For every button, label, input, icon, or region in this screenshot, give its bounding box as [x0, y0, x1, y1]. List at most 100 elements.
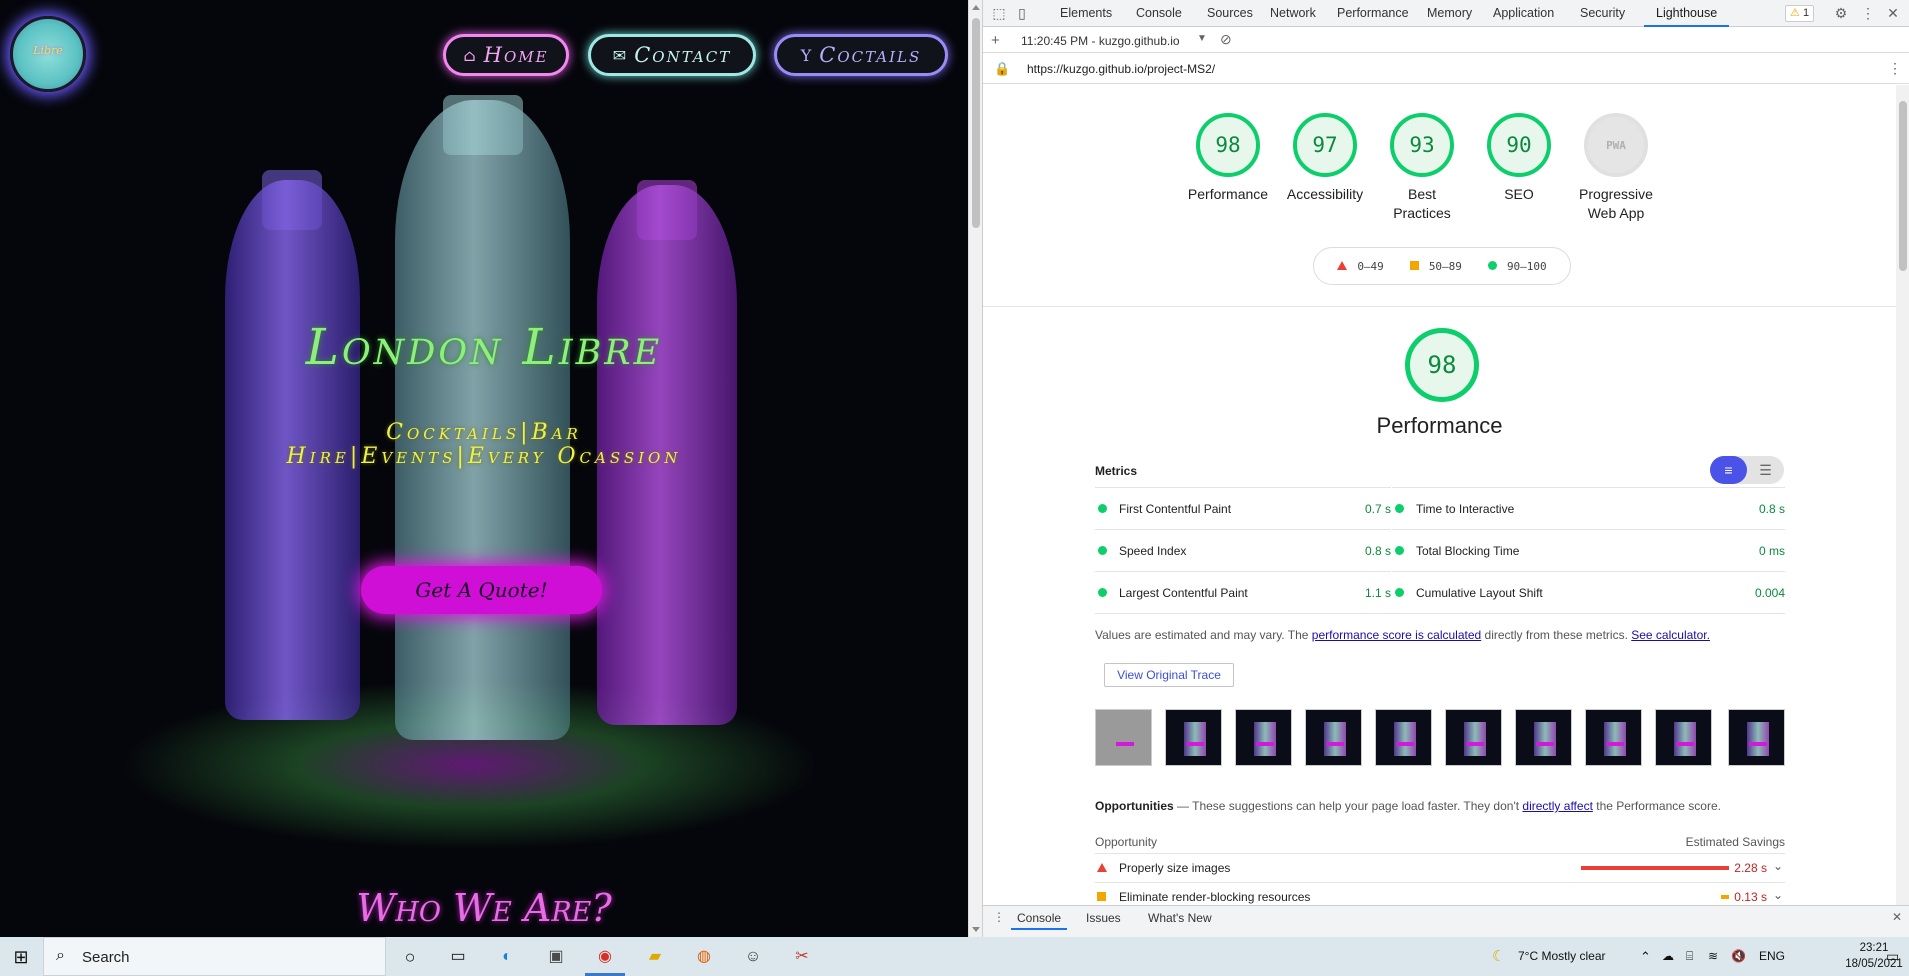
frame-bottles	[1464, 722, 1486, 756]
chevron-down-icon[interactable]: ⌄	[1773, 859, 1783, 873]
firefox-icon[interactable]: ◍	[691, 944, 717, 970]
close-devtools-icon[interactable]: ✕	[1885, 5, 1901, 21]
frame-bottles	[1747, 722, 1769, 756]
report-scrollbar[interactable]	[1896, 85, 1909, 905]
notifications-icon[interactable]: ▭	[1886, 937, 1899, 976]
more-options-icon[interactable]: ⋮	[1860, 5, 1876, 21]
directly-affect-link[interactable]: directly affect	[1522, 799, 1592, 813]
taskbar-search-box[interactable]: ⌕ Search	[43, 937, 386, 976]
report-scrollbar-thumb[interactable]	[1899, 101, 1907, 271]
report-menu-icon[interactable]: ⋮	[1888, 60, 1902, 77]
metric-value: 0.7 s	[1364, 502, 1391, 516]
cortana-icon[interactable]: ○	[397, 944, 423, 970]
tab-application[interactable]: Application	[1493, 0, 1554, 27]
new-report-plus-icon[interactable]: +	[991, 32, 1000, 49]
lock-warning-icon: 🔒	[994, 61, 1011, 76]
feedback-hub-icon[interactable]: ☺	[740, 944, 766, 970]
report-dropdown-icon[interactable]: ▼	[1197, 33, 1207, 44]
tab-memory[interactable]: Memory	[1427, 0, 1472, 27]
hero-subtitle-line2: Hire|Events|Every Ocassion	[286, 444, 682, 469]
drawer-tab-issues[interactable]: Issues	[1086, 906, 1121, 930]
task-view-icon[interactable]: ▭	[445, 944, 471, 970]
site-scrollbar-thumb[interactable]	[972, 18, 980, 228]
metric-value: 0 ms	[1758, 544, 1785, 558]
tab-sources[interactable]: Sources	[1207, 0, 1253, 27]
file-explorer-icon[interactable]: ▰	[642, 944, 668, 970]
metric-name: Time to Interactive	[1416, 502, 1515, 516]
expanded-view-icon[interactable]: ☰	[1747, 456, 1784, 484]
filmstrip	[1095, 709, 1785, 766]
close-drawer-icon[interactable]: ✕	[1892, 910, 1902, 924]
metric-tti: Time to Interactive 0.8 s	[1392, 487, 1785, 529]
tab-lighthouse[interactable]: Lighthouse	[1644, 0, 1730, 27]
scroll-up-arrow-icon[interactable]	[972, 5, 980, 10]
score-gauge-accessibility[interactable]: 97 Accessibility	[1277, 113, 1373, 204]
report-url[interactable]: https://kuzgo.github.io/project-MS2/	[1027, 62, 1215, 76]
chrome-icon[interactable]: ◉	[592, 944, 618, 970]
see-calculator-link[interactable]: See calculator.	[1631, 628, 1710, 642]
tab-console[interactable]: Console	[1136, 0, 1182, 27]
clear-reports-icon[interactable]: ⊘	[1220, 31, 1232, 48]
tab-network[interactable]: Network	[1270, 0, 1316, 27]
store-icon[interactable]: ▣	[543, 944, 569, 970]
site-scrollbar[interactable]	[968, 0, 982, 937]
tab-security[interactable]: Security	[1580, 0, 1625, 27]
pass-dot-icon	[1395, 546, 1404, 555]
frame-bottles	[1254, 722, 1276, 756]
opportunities-desc: — These suggestions can help your page l…	[1173, 799, 1523, 813]
inspect-element-icon[interactable]: ⬚	[991, 5, 1007, 21]
nav-home-button[interactable]: ⌂ Home	[443, 34, 569, 76]
get-a-quote-button[interactable]: Get A Quote!	[361, 566, 602, 614]
snipping-tool-icon[interactable]: ✂	[789, 944, 815, 970]
device-toolbar-icon[interactable]: ▯	[1014, 5, 1030, 21]
score-calculated-link[interactable]: performance score is calculated	[1312, 628, 1481, 642]
volume-muted-icon[interactable]: 🔇	[1731, 937, 1746, 976]
show-hidden-icons-chevron-icon[interactable]: ⌃	[1640, 937, 1651, 976]
metrics-view-toggle[interactable]: ≡ ☰	[1710, 456, 1784, 484]
tab-performance[interactable]: Performance	[1337, 0, 1409, 27]
drawer-tab-whats-new[interactable]: What's New	[1148, 906, 1212, 930]
report-url-bar: 🔒 https://kuzgo.github.io/project-MS2/ ⋮	[983, 54, 1909, 84]
windows-start-icon[interactable]: ⊞	[8, 944, 34, 970]
warnings-badge[interactable]: ⚠ 1	[1785, 5, 1815, 22]
chevron-down-icon[interactable]: ⌄	[1773, 888, 1783, 902]
windows-taskbar: ⊞ ⌕ Search ○ ▭ ◐ ▣ ◉ ▰ ◍ ☺ ✂ ☾ 7°C Mostl…	[0, 937, 1909, 976]
nav-cocktails-button[interactable]: Y Coctails	[774, 34, 948, 76]
opportunity-column-label: Opportunity	[1095, 835, 1158, 849]
report-selector[interactable]: 11:20:45 PM - kuzgo.github.io	[1021, 34, 1180, 48]
nav-cocktails-label: Coctails	[819, 43, 922, 67]
wifi-icon[interactable]: ≋	[1708, 937, 1718, 976]
edge-browser-icon[interactable]: ◐	[494, 944, 520, 970]
nav-contact-button[interactable]: ✉ Contact	[588, 34, 756, 76]
performance-title: Performance	[1376, 413, 1503, 438]
opportunity-row[interactable]: Properly size images 2.28 s ⌄	[1095, 853, 1785, 882]
filmstrip-frame	[1375, 709, 1432, 766]
language-indicator[interactable]: ENG	[1759, 937, 1785, 976]
compact-view-icon[interactable]: ≡	[1710, 456, 1747, 484]
opportunity-savings: 0.13 s	[1734, 890, 1767, 904]
network-icon[interactable]: ⌸	[1686, 937, 1693, 976]
score-gauge-performance[interactable]: 98 Performance	[1180, 113, 1276, 204]
metric-value: 0.8 s	[1758, 502, 1785, 516]
drawer-tab-console[interactable]: Console	[1011, 906, 1068, 930]
cloud-icon[interactable]: ☁	[1662, 937, 1674, 976]
frame-bottles	[1184, 722, 1206, 756]
frame-bottles	[1534, 722, 1556, 756]
legend-pass-label: 90–100	[1506, 259, 1547, 273]
opportunity-row[interactable]: Eliminate render-blocking resources 0.13…	[1095, 882, 1785, 905]
opportunity-savings: 2.28 s	[1734, 861, 1767, 875]
metric-value: 1.1 s	[1364, 586, 1391, 600]
score-gauge-best-practices[interactable]: 93 Best Practices	[1374, 113, 1470, 223]
settings-gear-icon[interactable]: ⚙	[1833, 5, 1849, 21]
weather-text[interactable]: 7°C Mostly clear	[1518, 937, 1606, 976]
site-logo[interactable]: Libre	[10, 16, 86, 92]
scroll-down-arrow-icon[interactable]	[972, 927, 980, 932]
logo-text: Libre	[33, 44, 63, 57]
drawer-menu-icon[interactable]: ⋮	[993, 910, 1005, 924]
legend-average-label: 50–89	[1428, 259, 1462, 273]
score-gauge-seo[interactable]: 90 SEO	[1471, 113, 1567, 204]
view-original-trace-button[interactable]: View Original Trace	[1104, 663, 1234, 687]
fail-triangle-icon	[1097, 863, 1107, 872]
tab-elements[interactable]: Elements	[1060, 0, 1112, 27]
score-gauge-pwa[interactable]: PWA Progressive Web App	[1568, 113, 1664, 223]
